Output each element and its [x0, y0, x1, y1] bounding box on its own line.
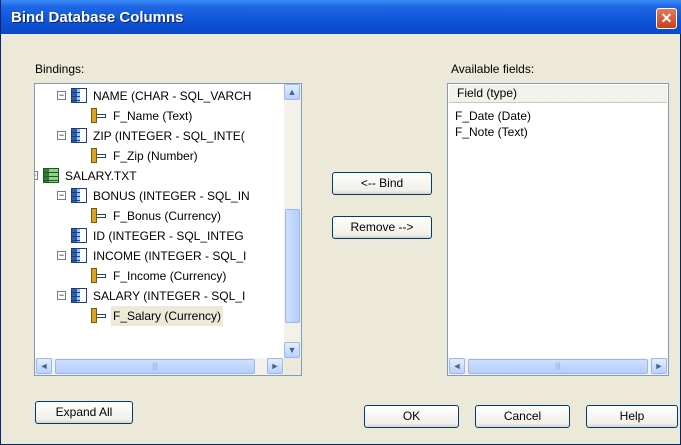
available-fields-list[interactable]: Field (type) F_Date (Date) F_Note (Text)… [447, 83, 669, 376]
tree-node-label: NAME (CHAR - SQL_VARCH [93, 89, 252, 103]
table-column-icon [71, 248, 87, 263]
close-button[interactable]: ✕ [656, 8, 677, 29]
remove-button[interactable]: Remove --> [332, 216, 432, 239]
tree-node-label: BONUS (INTEGER - SQL_IN [93, 189, 250, 203]
scroll-left-button[interactable]: ◄ [36, 358, 52, 374]
list-horizontal-scrollbar[interactable]: ◄ ||| ► [448, 358, 668, 375]
scroll-down-button[interactable]: ▼ [284, 342, 300, 358]
tree-node-label: SALARY (INTEGER - SQL_I [93, 289, 246, 303]
scroll-grip-icon: ||| [152, 363, 158, 370]
collapse-toggle-icon[interactable]: − [35, 171, 38, 180]
tree-node[interactable]: − INCOME (INTEGER - SQL_I [35, 246, 284, 266]
tree-node[interactable]: − SALARY.TXT [35, 166, 284, 186]
list-item[interactable]: F_Note (Text) [455, 124, 528, 140]
bindings-tree[interactable]: − NAME (CHAR - SQL_VARCH F_Name (Text) − ZIP… [34, 83, 302, 376]
bound-field-icon [91, 148, 107, 163]
bound-field-icon [91, 108, 107, 123]
collapse-toggle-icon[interactable]: − [57, 131, 66, 140]
tree-node[interactable]: F_Salary (Currency) [35, 306, 284, 326]
tree-node[interactable]: F_Bonus (Currency) [35, 206, 284, 226]
tree-node[interactable]: − SALARY (INTEGER - SQL_I [35, 286, 284, 306]
collapse-toggle-icon[interactable]: − [57, 251, 66, 260]
expand-all-button[interactable]: Expand All [35, 401, 133, 424]
table-column-icon [71, 188, 87, 203]
field-type-column-header[interactable]: Field (type) [449, 85, 667, 103]
help-button[interactable]: Help [586, 405, 678, 428]
tree-horizontal-scrollbar[interactable]: ◄ ||| ► [35, 358, 284, 375]
scroll-right-button[interactable]: ► [651, 358, 667, 374]
table-icon [43, 168, 59, 183]
tree-node[interactable]: F_Zip (Number) [35, 146, 284, 166]
scroll-thumb-horizontal[interactable]: ||| [55, 359, 255, 374]
available-fields-label: Available fields: [451, 62, 535, 76]
bound-field-icon [91, 308, 107, 323]
tree-node[interactable]: − ZIP (INTEGER - SQL_INTE( [35, 126, 284, 146]
cancel-button[interactable]: Cancel [475, 405, 570, 428]
collapse-toggle-icon[interactable]: − [57, 191, 66, 200]
tree-node-label: ID (INTEGER - SQL_INTEG [93, 229, 244, 243]
tree-node-label: SALARY.TXT [65, 169, 137, 183]
bind-button[interactable]: <-- Bind [332, 172, 432, 195]
tree-node[interactable]: F_Income (Currency) [35, 266, 284, 286]
tree-vertical-scrollbar[interactable]: ▲ ▼ [284, 84, 301, 359]
title-bar: Bind Database Columns ✕ [1, 0, 681, 34]
collapse-toggle-icon[interactable]: − [57, 291, 66, 300]
table-column-icon [71, 228, 87, 243]
tree-node[interactable]: − NAME (CHAR - SQL_VARCH [35, 86, 284, 106]
tree-node[interactable]: − BONUS (INTEGER - SQL_IN [35, 186, 284, 206]
scroll-grip-icon: ||| [555, 363, 561, 370]
close-icon: ✕ [660, 10, 673, 26]
ok-button[interactable]: OK [364, 405, 459, 428]
dialog-title: Bind Database Columns [11, 9, 184, 26]
table-column-icon [71, 88, 87, 103]
list-item[interactable]: F_Date (Date) [455, 108, 531, 124]
scroll-thumb-vertical[interactable] [285, 209, 300, 323]
bindings-label: Bindings: [35, 62, 85, 76]
tree-node[interactable]: ID (INTEGER - SQL_INTEG [35, 226, 284, 246]
tree-node-label: F_Income (Currency) [113, 269, 227, 283]
tree-node[interactable]: F_Name (Text) [35, 106, 284, 126]
table-column-icon [71, 288, 87, 303]
tree-node-label: INCOME (INTEGER - SQL_I [93, 249, 247, 263]
table-column-icon [71, 128, 87, 143]
tree-node-label: F_Zip (Number) [113, 149, 198, 163]
tree-node-label: F_Salary (Currency) [111, 306, 224, 326]
scroll-right-button[interactable]: ► [267, 358, 283, 374]
scroll-thumb-horizontal[interactable]: ||| [468, 359, 648, 374]
bound-field-icon [91, 208, 107, 223]
scroll-left-button[interactable]: ◄ [449, 358, 465, 374]
scrollbar-corner [284, 358, 301, 375]
tree-node-label: F_Name (Text) [113, 109, 193, 123]
tree-node-label: ZIP (INTEGER - SQL_INTE( [93, 129, 245, 143]
bound-field-icon [91, 268, 107, 283]
scroll-up-button[interactable]: ▲ [284, 84, 300, 100]
collapse-toggle-icon[interactable]: − [57, 91, 66, 100]
tree-node-label: F_Bonus (Currency) [113, 209, 222, 223]
bind-database-columns-dialog: Bind Database Columns ✕ Bindings: Availa… [0, 0, 681, 445]
